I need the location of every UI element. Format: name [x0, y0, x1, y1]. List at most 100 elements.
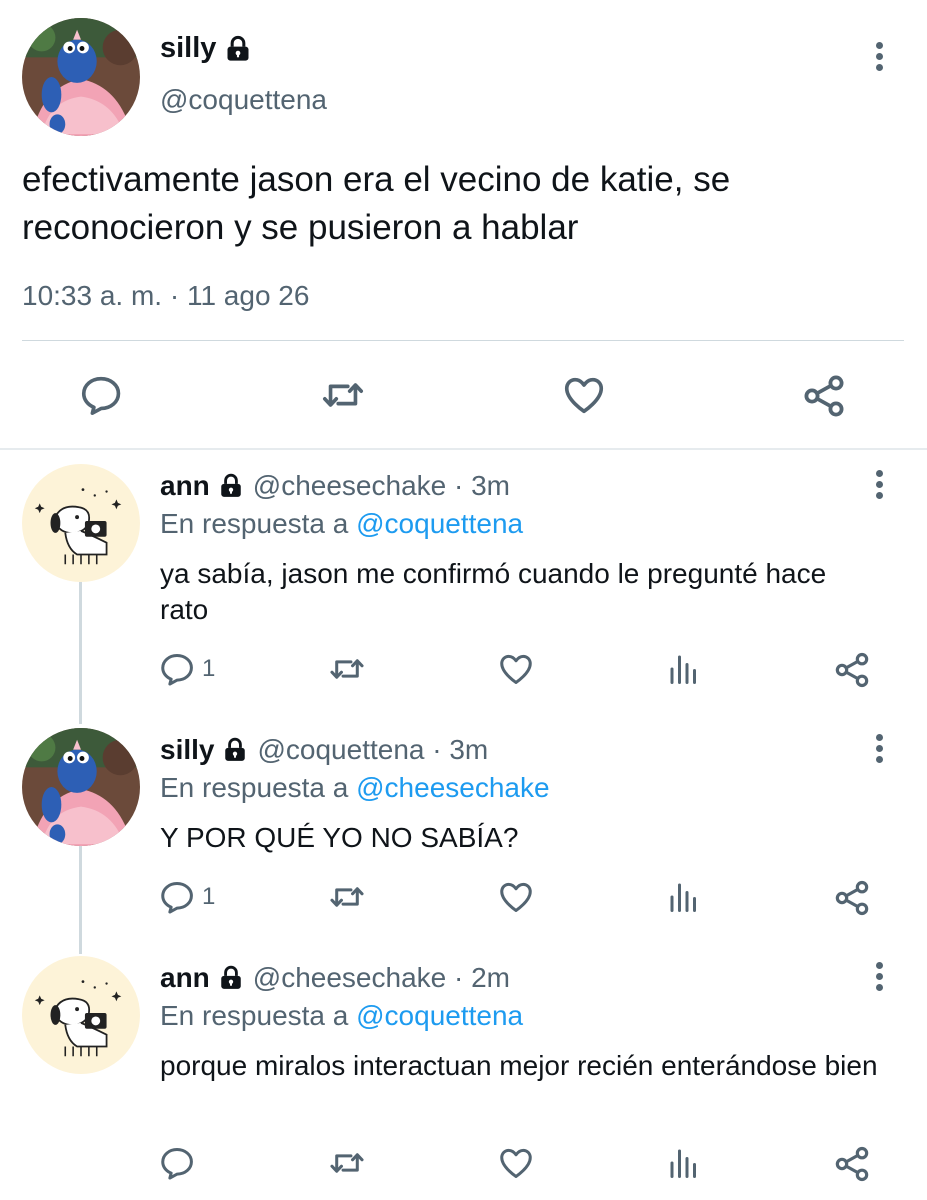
- tweet-timestamp[interactable]: 10:33 a. m. · 11 ago 26: [22, 280, 309, 312]
- reply-text: porque miralos interactuan mejor recién …: [160, 1050, 878, 1081]
- share-button[interactable]: [832, 878, 872, 918]
- retweet-button[interactable]: [326, 1144, 368, 1182]
- share-button[interactable]: [800, 372, 848, 420]
- cookie-monster-avatar-image: [22, 728, 140, 846]
- replying-to: En respuesta a @coquettena: [160, 508, 523, 540]
- tweet-text: efectivamente jason era el vecino de kat…: [22, 160, 731, 247]
- heart-icon: [496, 878, 536, 916]
- cookie-monster-avatar-image: [22, 18, 140, 136]
- dot-icon: [875, 491, 883, 499]
- snoopy-avatar-image: [22, 464, 140, 582]
- dot-icon: [875, 733, 883, 741]
- display-name-row: silly: [160, 32, 252, 65]
- reply-button[interactable]: 1: [158, 878, 215, 916]
- like-button[interactable]: [560, 372, 608, 418]
- lock-icon: [218, 965, 244, 991]
- section-divider: [0, 448, 927, 450]
- reply-button[interactable]: 1: [158, 650, 215, 688]
- analytics-button[interactable]: [666, 878, 702, 916]
- reply-tweet: silly @coquettena · 3m En respuesta a @c…: [0, 728, 927, 932]
- share-icon: [800, 372, 848, 420]
- tweet-actions: [0, 370, 927, 422]
- share-icon: [832, 650, 872, 690]
- retweet-button[interactable]: [326, 650, 368, 688]
- lock-icon: [224, 35, 252, 63]
- reply-button[interactable]: [78, 372, 124, 418]
- reply-header: ann @cheesechake · 3m: [160, 470, 510, 502]
- like-button[interactable]: [496, 650, 536, 688]
- retweet-button[interactable]: [318, 372, 368, 418]
- reply-icon: [158, 1144, 196, 1182]
- reply-icon: [78, 372, 124, 418]
- share-icon: [832, 878, 872, 918]
- more-options-button[interactable]: [864, 38, 894, 74]
- mention-link[interactable]: @coquettena: [356, 1000, 523, 1031]
- retweet-button[interactable]: [326, 878, 368, 916]
- main-tweet: silly @coquettena efectivamente jason er…: [0, 0, 927, 452]
- analytics-icon: [666, 650, 702, 688]
- dot-icon: [875, 972, 883, 980]
- more-options-button[interactable]: [864, 466, 894, 502]
- reply-icon: [158, 650, 196, 688]
- share-icon: [832, 1144, 872, 1184]
- retweet-icon: [326, 650, 368, 688]
- dot-icon: [875, 63, 883, 71]
- dot-icon: [875, 41, 883, 49]
- reply-text: ya sabía, jason me confirmó cuando le pr…: [160, 558, 827, 625]
- replying-to-label: En respuesta a: [160, 1000, 349, 1031]
- heart-icon: [560, 372, 608, 418]
- mention-link[interactable]: @coquettena: [356, 508, 523, 539]
- user-handle[interactable]: @coquettena: [160, 84, 327, 116]
- reply-actions: [0, 1144, 927, 1184]
- share-button[interactable]: [832, 650, 872, 690]
- like-button[interactable]: [496, 1144, 536, 1182]
- replying-to-label: En respuesta a: [160, 772, 349, 803]
- analytics-button[interactable]: [666, 650, 702, 688]
- reply-button[interactable]: [158, 1144, 202, 1182]
- lock-icon: [222, 737, 248, 763]
- avatar[interactable]: [22, 728, 140, 846]
- analytics-icon: [666, 878, 702, 916]
- heart-icon: [496, 1144, 536, 1182]
- retweet-icon: [318, 372, 368, 418]
- analytics-icon: [666, 1144, 702, 1182]
- like-button[interactable]: [496, 878, 536, 916]
- share-button[interactable]: [832, 1144, 872, 1184]
- display-name[interactable]: silly: [160, 32, 216, 65]
- lock-icon: [218, 473, 244, 499]
- reply-text: Y POR QUÉ YO NO SABÍA?: [160, 822, 519, 853]
- handle-and-time[interactable]: @cheesechake · 2m: [253, 962, 510, 994]
- dot-icon: [875, 755, 883, 763]
- reply-icon: [158, 878, 196, 916]
- replying-to: En respuesta a @cheesechake: [160, 772, 550, 804]
- display-name[interactable]: ann: [160, 470, 210, 502]
- heart-icon: [496, 650, 536, 688]
- replying-to-label: En respuesta a: [160, 508, 349, 539]
- dot-icon: [875, 744, 883, 752]
- divider: [22, 340, 904, 341]
- avatar[interactable]: [22, 18, 140, 136]
- avatar[interactable]: [22, 956, 140, 1074]
- avatar[interactable]: [22, 464, 140, 582]
- reply-header: silly @coquettena · 3m: [160, 734, 488, 766]
- display-name[interactable]: silly: [160, 734, 214, 766]
- dot-icon: [875, 52, 883, 60]
- dot-icon: [875, 961, 883, 969]
- handle-and-time[interactable]: @cheesechake · 3m: [253, 470, 510, 502]
- more-options-button[interactable]: [864, 958, 894, 994]
- mention-link[interactable]: @cheesechake: [356, 772, 549, 803]
- reply-header: ann @cheesechake · 2m: [160, 962, 510, 994]
- dot-icon: [875, 983, 883, 991]
- dot-icon: [875, 480, 883, 488]
- dot-icon: [875, 469, 883, 477]
- analytics-button[interactable]: [666, 1144, 702, 1182]
- reply-tweet: ann @cheesechake · 2m En respuesta a @co…: [0, 956, 927, 1196]
- retweet-icon: [326, 878, 368, 916]
- reply-tweet: ann @cheesechake · 3m En respuesta a @co…: [0, 464, 927, 704]
- display-name[interactable]: ann: [160, 962, 210, 994]
- reply-count: 1: [202, 655, 216, 682]
- snoopy-avatar-image: [22, 956, 140, 1074]
- replying-to: En respuesta a @coquettena: [160, 1000, 523, 1032]
- more-options-button[interactable]: [864, 730, 894, 766]
- handle-and-time[interactable]: @coquettena · 3m: [257, 734, 488, 766]
